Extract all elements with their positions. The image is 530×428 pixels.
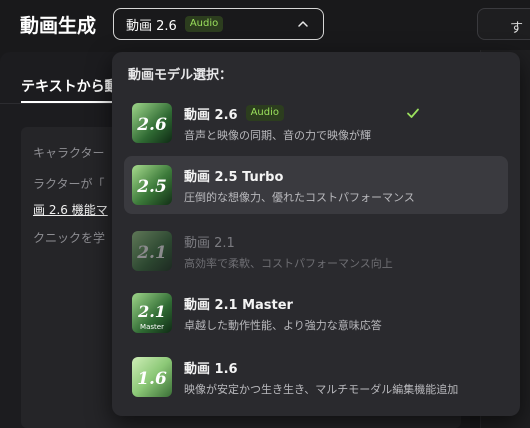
dropdown-title: 動画モデル選択：: [128, 68, 233, 83]
model-description: 映像が安定かつ生き生き、マルチモーダル編集機能追加: [184, 383, 459, 396]
model-thumbnail: 2.6: [132, 103, 172, 143]
check-icon: [407, 108, 419, 118]
right-action-button[interactable]: す: [477, 8, 530, 40]
model-description: 圧倒的な想像力、優れたコストパフォーマンス: [184, 191, 415, 204]
model-name: 動画 2.6: [184, 107, 238, 123]
model-select[interactable]: 動画 2.6 Audio: [113, 8, 324, 40]
model-option-2-1-master[interactable]: 2.1 Master 動画 2.1 Master 卓越した動作性能、より強力な意…: [124, 284, 508, 342]
model-name: 動画 2.5 Turbo: [184, 169, 284, 185]
model-thumbnail: 2.5: [132, 165, 172, 205]
model-description: 高効率で柔軟、コストパフォーマンス向上: [184, 257, 393, 270]
model-description: 音声と映像の同期、音の力で映像が輝: [184, 129, 371, 142]
model-option-2-6[interactable]: 2.6 動画 2.6 Audio 音声と映像の同期、音の力で映像が輝: [124, 94, 508, 152]
thumb-label: 1.6: [137, 369, 167, 389]
tab-text-to-video[interactable]: テキストから動: [21, 76, 119, 96]
model-thumbnail: 2.1: [132, 231, 172, 271]
thumb-label: 2.6: [136, 115, 167, 135]
model-name: 動画 2.1 Master: [184, 297, 293, 313]
thumb-label: 2.1: [136, 243, 167, 263]
selected-model-label: 動画 2.6: [126, 18, 177, 34]
prompt-line-3: クニックを学: [33, 231, 106, 245]
model-description: 卓越した動作性能、より強力な意味応答: [184, 319, 382, 332]
feature-link[interactable]: 画 2.6 機能マ: [33, 201, 108, 218]
prompt-line-1: キャラクター: [33, 146, 105, 160]
model-dropdown: 動画モデル選択： 2.6 動画 2.6 Audio 音声と映像の同期、音の力で映…: [112, 52, 520, 416]
audio-badge: Audio: [245, 105, 284, 121]
page-title: 動画生成: [20, 15, 97, 37]
model-option-2-1: 2.1 動画 2.1 高効率で柔軟、コストパフォーマンス向上: [124, 222, 508, 280]
chevron-up-icon: [298, 21, 308, 27]
model-thumbnail: 1.6: [132, 357, 172, 397]
prompt-line-2: ラクターが「: [33, 177, 105, 191]
thumb-label: 2.5: [136, 177, 167, 197]
model-thumbnail: 2.1 Master: [132, 293, 172, 333]
model-option-2-5-turbo[interactable]: 2.5 動画 2.5 Turbo 圧倒的な想像力、優れたコストパフォーマンス: [124, 156, 508, 214]
thumb-label: 2.1: [137, 302, 166, 321]
model-name: 動画 2.1: [184, 235, 235, 251]
model-option-1-6[interactable]: 1.6 動画 1.6 映像が安定かつ生き生き、マルチモーダル編集機能追加: [124, 348, 508, 406]
model-name: 動画 1.6: [184, 361, 238, 377]
thumb-sublabel: Master: [140, 323, 164, 331]
audio-badge: Audio: [184, 16, 224, 32]
